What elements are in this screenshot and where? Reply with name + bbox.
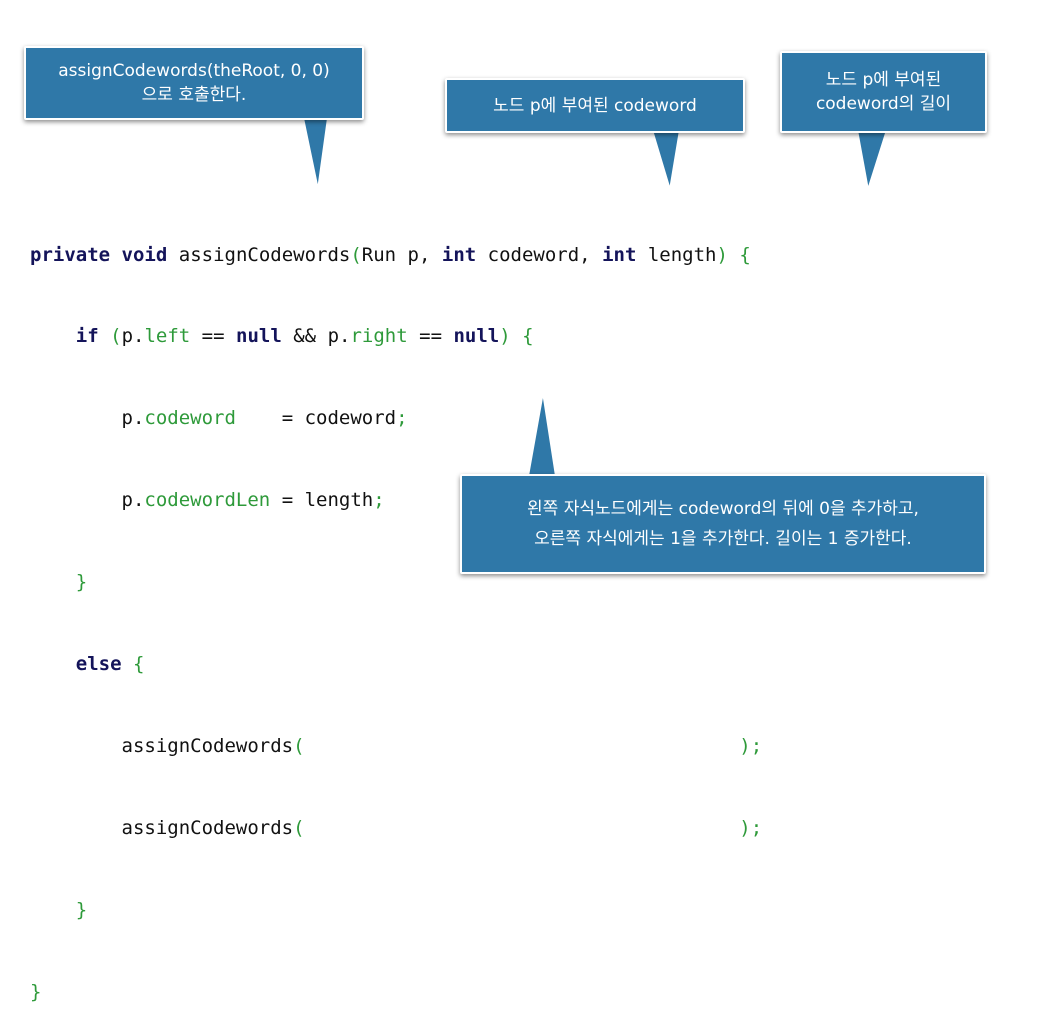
codeword-note-tail: [650, 129, 682, 191]
children-note-line-1: 왼쪽 자식노드에게는 codeword의 뒤에 0을 추가하고,: [527, 499, 919, 519]
children-note-callout: 왼쪽 자식노드에게는 codeword의 뒤에 0을 추가하고, 오른쪽 자식에…: [460, 474, 986, 574]
children-note-line-2: 오른쪽 자식에게는 1을 추가한다. 길이는 1 증가한다.: [534, 529, 912, 549]
code-line-9: }: [30, 897, 762, 924]
call-note-tail: [301, 117, 330, 191]
code-line-6: else {: [30, 651, 762, 678]
paren-open: (: [293, 816, 305, 839]
close-brace: }: [30, 980, 42, 1003]
call-note-callout: assignCodewords(theRoot, 0, 0) 으로 호출한다.: [24, 46, 364, 120]
close-brace: }: [75, 898, 88, 921]
code-line-7: assignCodewords( );: [30, 733, 763, 760]
code-line-8: assignCodewords( );: [30, 815, 763, 842]
length-note-line-1: 노드 p에 부여된: [825, 70, 942, 90]
recursive-call-left: assignCodewords: [121, 734, 294, 757]
paren-close-semicolon: );: [739, 816, 763, 839]
call-note-line-1: assignCodewords(theRoot, 0, 0): [58, 61, 330, 81]
open-brace: {: [132, 653, 145, 676]
length-note-callout: 노드 p에 부여된 codeword의 길이: [780, 51, 987, 133]
children-note-tail: [526, 391, 558, 477]
call-note-line-2: 으로 호출한다.: [141, 85, 247, 105]
length-note-line-2: codeword의 길이: [815, 94, 952, 114]
recursive-call-right: assignCodewords: [121, 816, 294, 839]
paren-close-semicolon: );: [739, 734, 763, 757]
codeword-note-callout: 노드 p에 부여된 codeword: [445, 78, 745, 133]
paren-open: (: [293, 734, 305, 757]
code-line-10: }: [30, 979, 762, 1006]
codeword-note-line-1: 노드 p에 부여된 codeword: [493, 95, 697, 116]
length-note-tail: [855, 129, 889, 191]
keyword-else: else: [75, 653, 122, 676]
